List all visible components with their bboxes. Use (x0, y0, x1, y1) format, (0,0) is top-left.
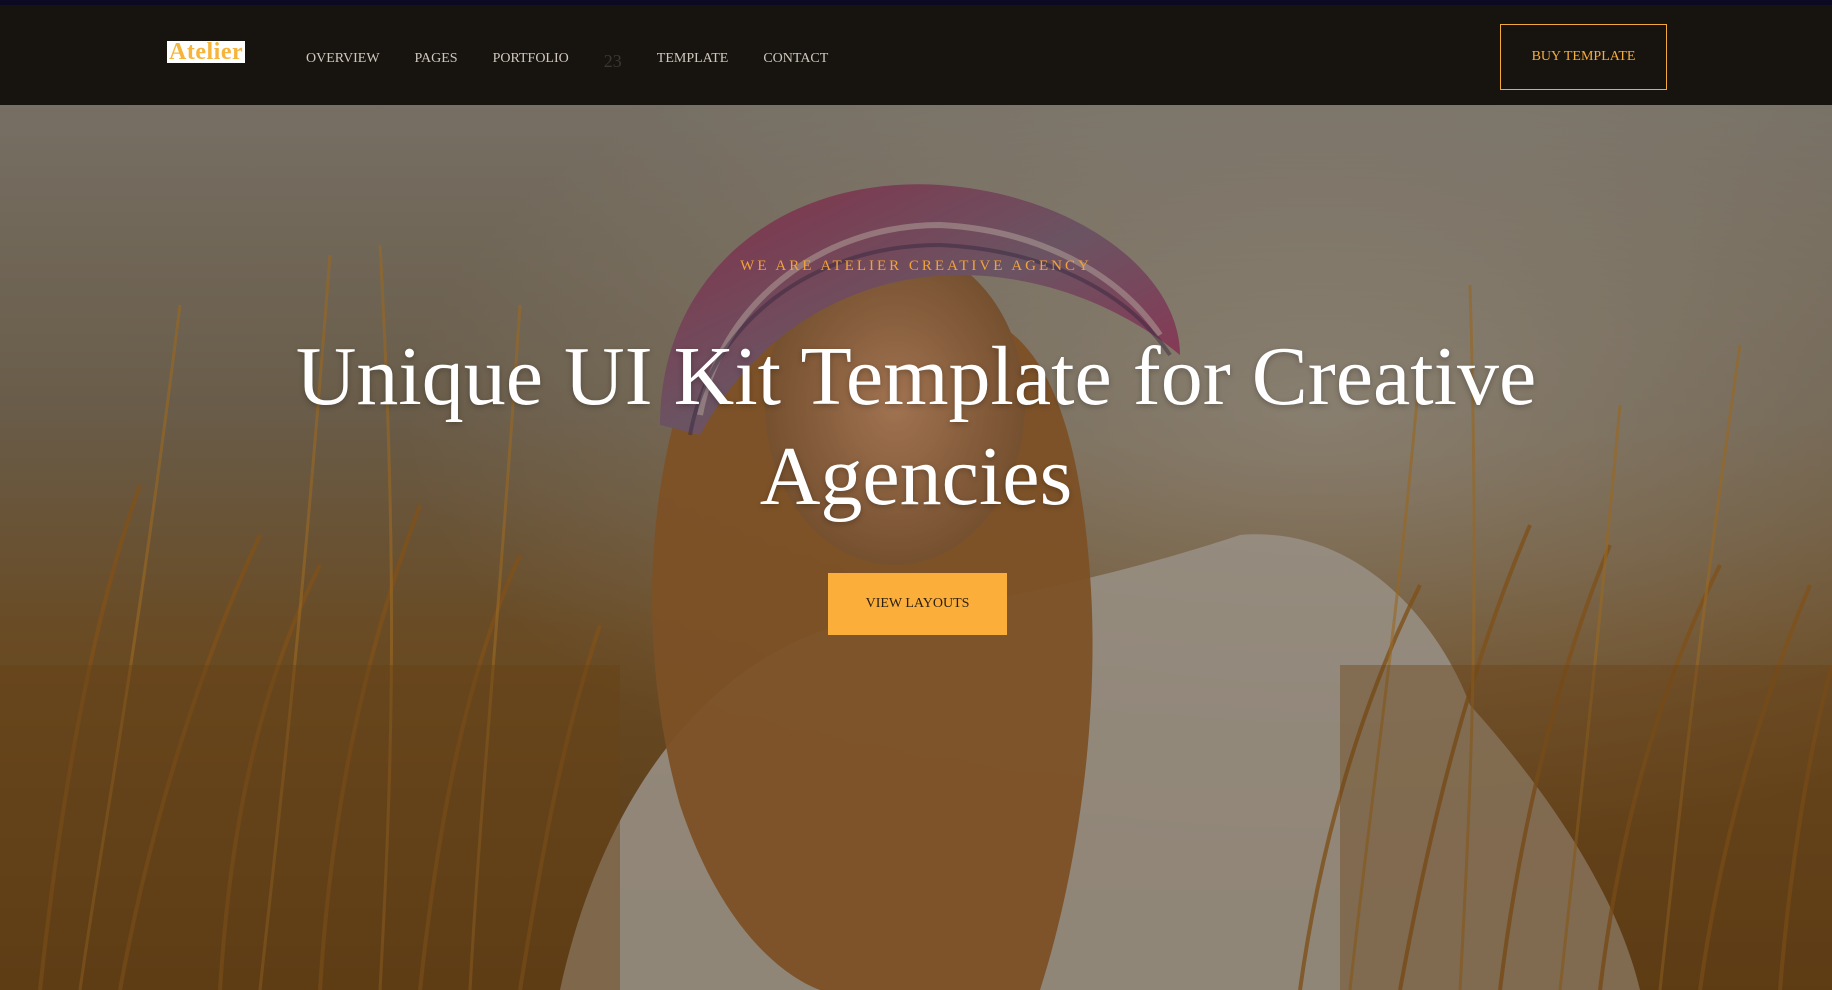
navbar: Atelier OVERVIEW PAGES PORTFOLIO 23 TEMP… (0, 5, 1832, 105)
nav-item-contact[interactable]: CONTACT (763, 51, 828, 67)
hero-section: WE ARE ATELIER CREATIVE AGENCY Unique UI… (0, 105, 1832, 990)
nav-item-overview[interactable]: OVERVIEW (306, 51, 380, 67)
hero-overlay (0, 105, 1832, 990)
nav-badge: 23 (603, 50, 622, 71)
hero-eyebrow: WE ARE ATELIER CREATIVE AGENCY (740, 258, 1092, 274)
nav-item-pages[interactable]: PAGES (415, 51, 458, 67)
main-nav: OVERVIEW PAGES PORTFOLIO 23 TEMPLATE CON… (306, 49, 863, 71)
hero-headline: Unique UI Kit Template for Creative Agen… (295, 330, 1537, 523)
nav-item-portfolio[interactable]: PORTFOLIO (493, 51, 569, 67)
nav-item-template[interactable]: TEMPLATE (657, 51, 729, 67)
view-layouts-button[interactable]: VIEW LAYOUTS (828, 573, 1007, 635)
logo[interactable]: Atelier (167, 40, 246, 64)
buy-template-button[interactable]: BUY TEMPLATE (1500, 24, 1667, 90)
